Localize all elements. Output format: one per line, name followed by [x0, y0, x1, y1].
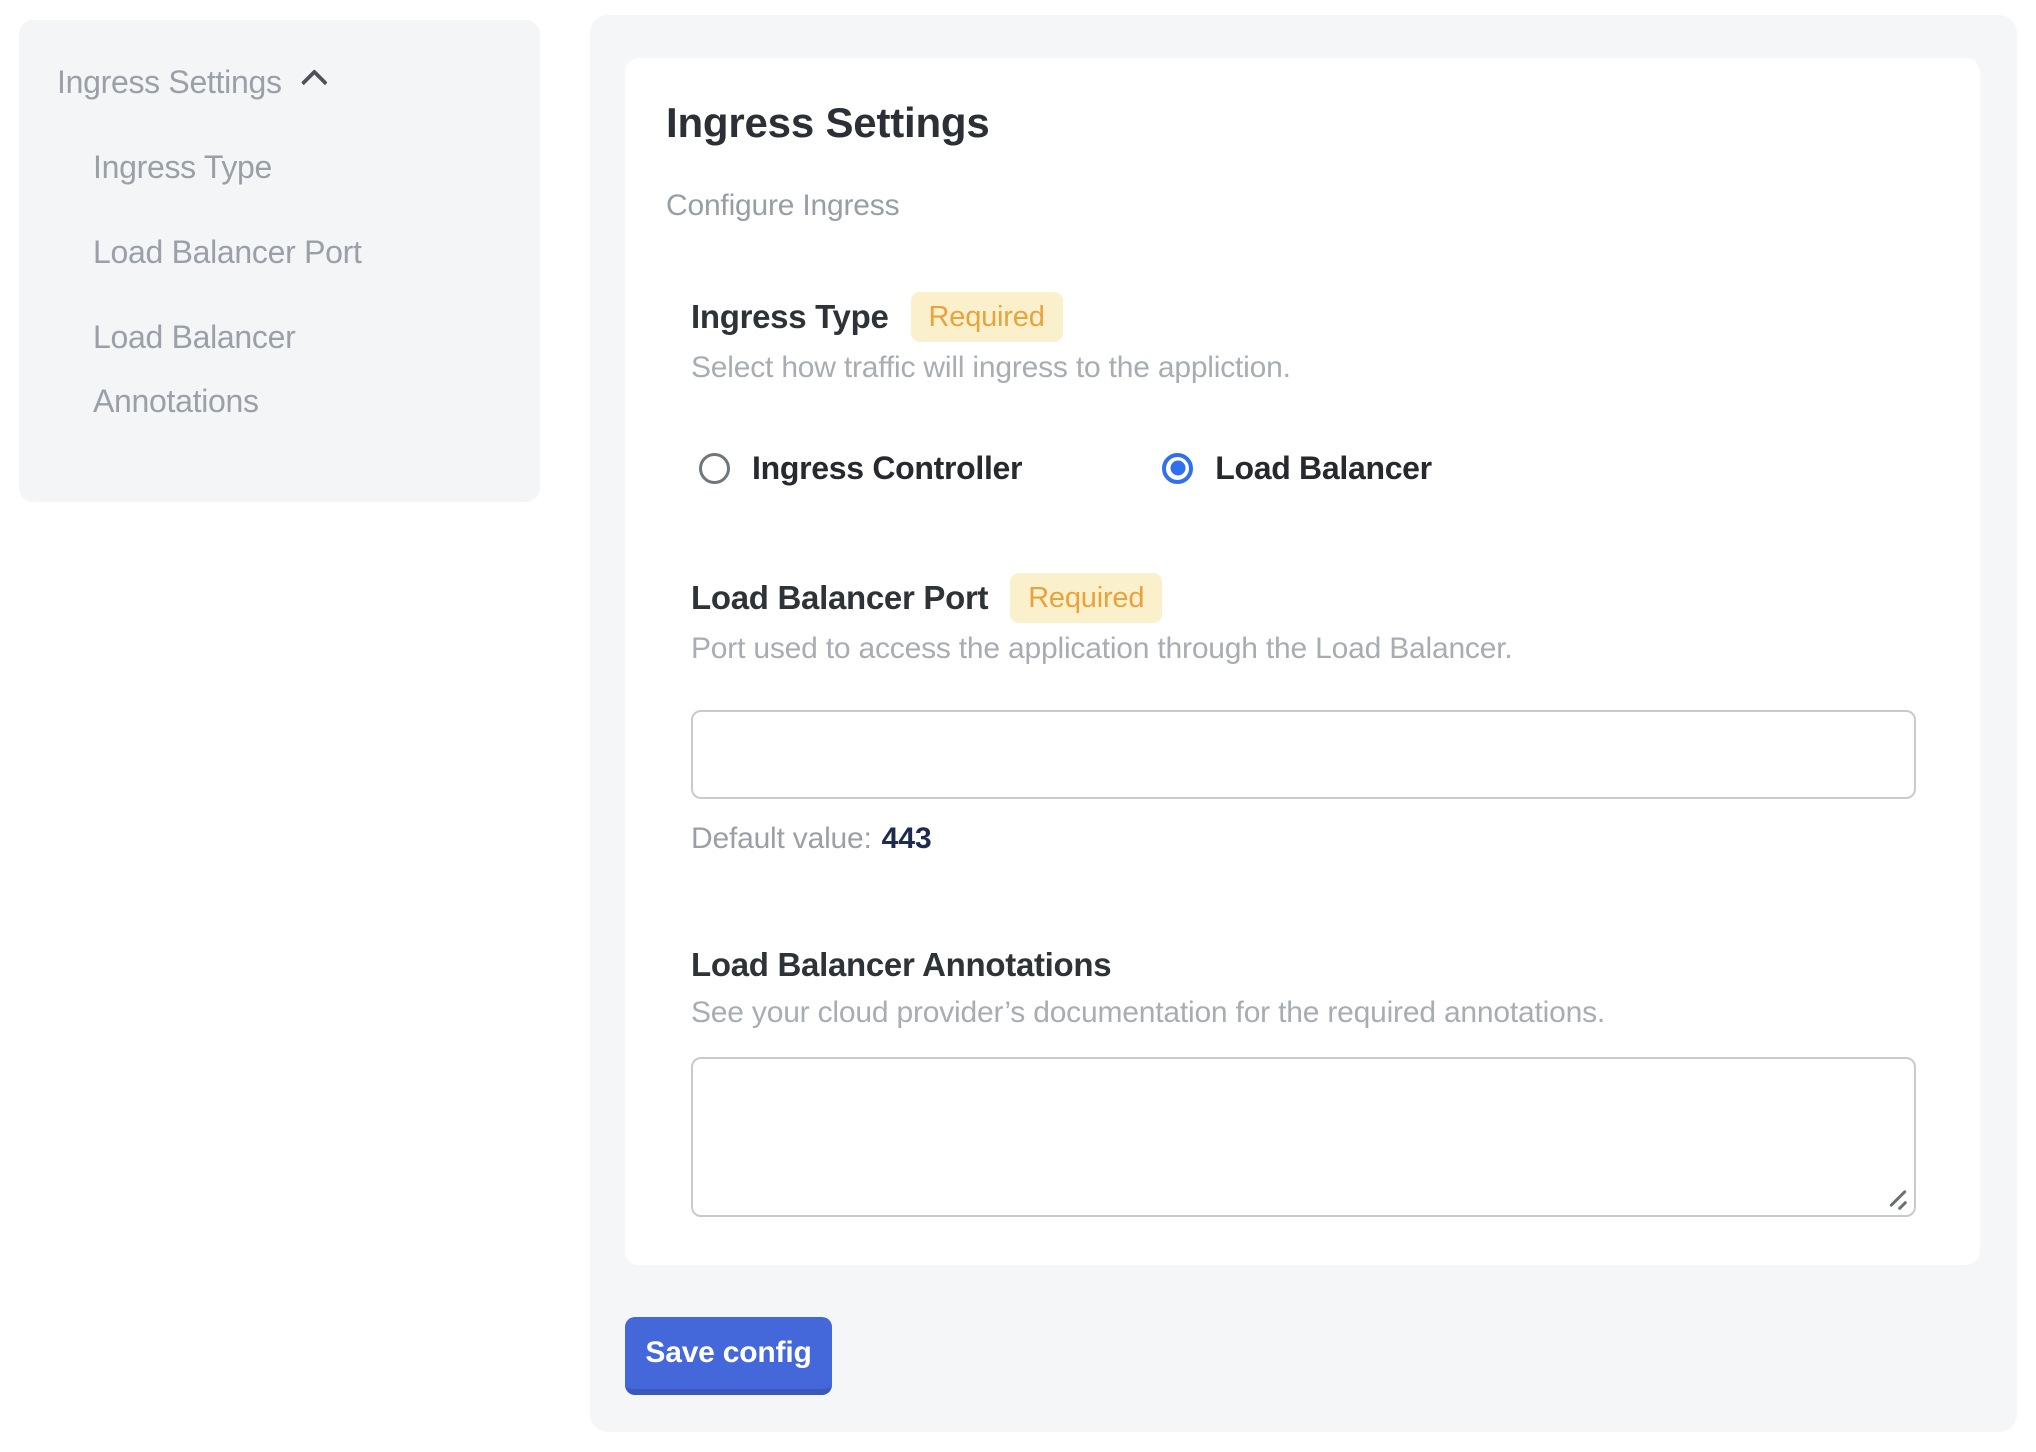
- sidebar-item-ingress-type[interactable]: Ingress Type: [57, 135, 450, 199]
- radio-option-ingress-controller[interactable]: Ingress Controller: [699, 450, 1022, 486]
- sidebar-nav: Ingress Settings Ingress Type Load Balan…: [19, 20, 540, 502]
- section-load-balancer-annotations: Load Balancer Annotations See your cloud…: [666, 943, 1916, 1217]
- radio-option-load-balancer[interactable]: Load Balancer: [1162, 450, 1432, 486]
- sidebar-section-label: Ingress Settings: [57, 50, 282, 114]
- section-header: Load Balancer Annotations: [691, 943, 1916, 987]
- load-balancer-annotations-label: Load Balancer Annotations: [691, 943, 1111, 987]
- default-value-helper: Default value: 443: [691, 821, 1916, 857]
- load-balancer-port-description: Port used to access the application thro…: [691, 631, 1916, 667]
- chevron-up-icon: [301, 69, 328, 96]
- default-value-number: 443: [882, 822, 932, 855]
- sidebar-item-list: Ingress Type Load Balancer Port Load Bal…: [57, 135, 450, 433]
- required-badge: Required: [1010, 573, 1162, 623]
- ingress-type-radio-group: Ingress Controller Load Balancer: [699, 450, 1916, 486]
- load-balancer-port-label: Load Balancer Port: [691, 576, 988, 620]
- radio-button-icon[interactable]: [699, 453, 730, 484]
- ingress-type-description: Select how traffic will ingress to the a…: [691, 350, 1916, 386]
- sidebar-item-load-balancer-annotations[interactable]: Load Balancer Annotations: [57, 305, 450, 433]
- sidebar-section-header[interactable]: Ingress Settings: [57, 50, 450, 114]
- sidebar-item-load-balancer-port[interactable]: Load Balancer Port: [57, 220, 450, 284]
- resize-handle-icon[interactable]: [1886, 1187, 1912, 1213]
- section-ingress-type: Ingress Type Required Select how traffic…: [666, 292, 1916, 486]
- radio-button-icon[interactable]: [1162, 453, 1193, 484]
- radio-label-load-balancer: Load Balancer: [1215, 450, 1432, 486]
- load-balancer-annotations-description: See your cloud provider’s documentation …: [691, 995, 1916, 1031]
- section-header: Ingress Type Required: [691, 292, 1916, 342]
- settings-card: Ingress Settings Configure Ingress Ingre…: [625, 58, 1980, 1265]
- page-subtitle: Configure Ingress: [666, 188, 1916, 224]
- load-balancer-port-input[interactable]: [691, 710, 1916, 799]
- ingress-type-label: Ingress Type: [691, 295, 889, 339]
- section-load-balancer-port: Load Balancer Port Required Port used to…: [666, 573, 1916, 857]
- default-value-label: Default value:: [691, 822, 872, 855]
- radio-label-ingress-controller: Ingress Controller: [752, 450, 1022, 486]
- page-title: Ingress Settings: [666, 98, 1916, 148]
- section-header: Load Balancer Port Required: [691, 573, 1916, 623]
- required-badge: Required: [911, 292, 1063, 342]
- load-balancer-annotations-textarea[interactable]: [691, 1057, 1916, 1217]
- annotations-textarea-wrap: [691, 1057, 1916, 1217]
- main-panel: Ingress Settings Configure Ingress Ingre…: [590, 15, 2017, 1432]
- save-config-button[interactable]: Save config: [625, 1317, 832, 1395]
